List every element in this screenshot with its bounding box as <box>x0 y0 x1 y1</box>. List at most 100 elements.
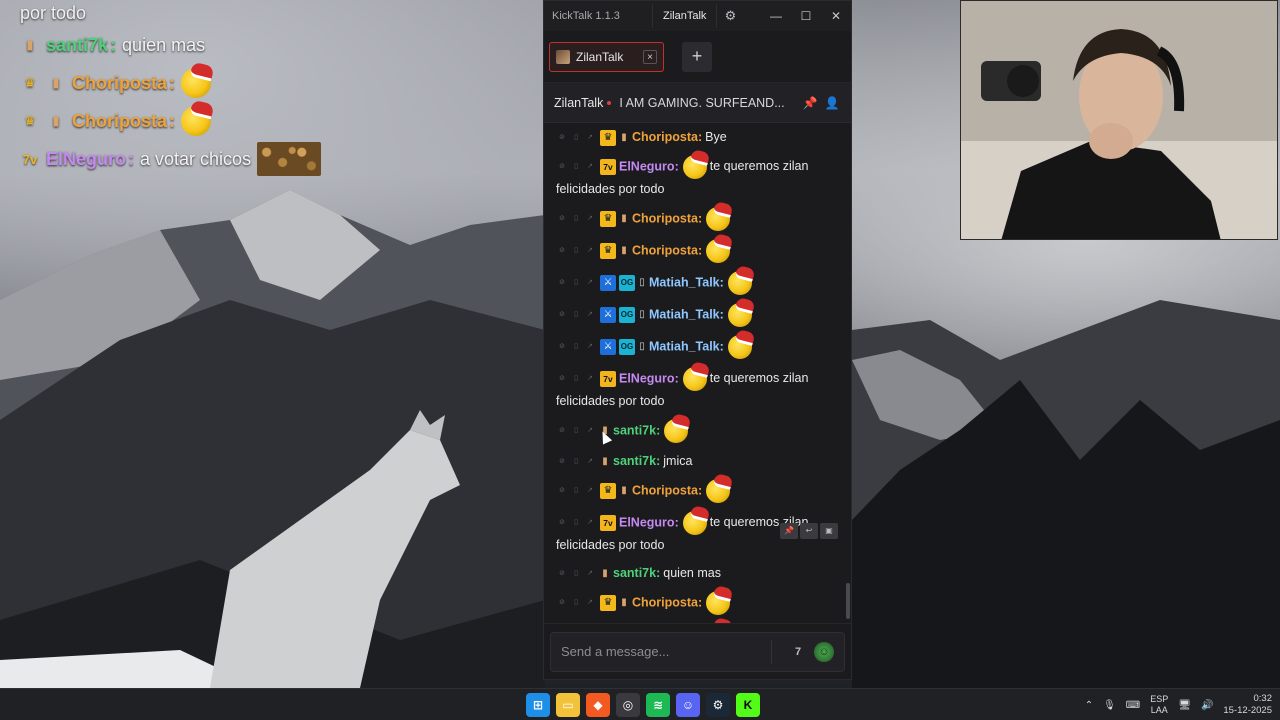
kick-emote-icon[interactable]: ☺ <box>814 641 834 662</box>
maximize-icon[interactable]: ☐ <box>791 9 821 23</box>
santa-smiley-emote[interactable] <box>727 271 752 295</box>
chat-username[interactable]: Matiah_Talk <box>649 307 720 321</box>
delete-icon[interactable]: ▯ <box>570 244 582 258</box>
chat-messages[interactable]: ⊘ ▯ ↗ ♛ ▮ Choriposta: Bye ⊘ ▯ ↗ 7v ElNeguro: te quer… <box>544 123 851 623</box>
delete-icon[interactable]: ▯ <box>570 308 582 322</box>
kick-icon[interactable]: K <box>736 693 760 717</box>
santa-smiley-emote[interactable] <box>664 419 689 443</box>
obs-studio-icon[interactable]: ◎ <box>616 693 640 717</box>
ban-icon[interactable]: ↗ <box>584 244 596 258</box>
santa-smiley-emote[interactable] <box>682 155 707 179</box>
delete-icon[interactable]: ▯ <box>570 455 582 469</box>
copy-icon[interactable]: ▣ <box>820 523 838 539</box>
user-icon[interactable]: 👤 <box>823 96 841 110</box>
ban-icon[interactable]: ↗ <box>584 567 596 581</box>
chat-message[interactable]: ⊘▯↗♛▮Choriposta: <box>544 203 851 235</box>
ban-icon[interactable]: ↗ <box>584 455 596 469</box>
timeout-icon[interactable]: ⊘ <box>556 131 568 145</box>
ban-icon[interactable]: ↗ <box>584 160 596 174</box>
timeout-icon[interactable]: ⊘ <box>556 244 568 258</box>
ban-icon[interactable]: ↗ <box>584 596 596 610</box>
channel-name[interactable]: ZilanTalk <box>554 96 603 110</box>
ban-icon[interactable]: ↗ <box>584 516 596 530</box>
chat-username[interactable]: Matiah_Talk <box>649 339 720 353</box>
santa-smiley-emote[interactable] <box>682 367 707 391</box>
chat-message[interactable]: ⊘ ▯ ↗ ♛ ▮ Choriposta: Bye <box>544 123 851 151</box>
santa-smiley-emote[interactable] <box>706 479 731 503</box>
ban-icon[interactable]: ↗ <box>584 131 596 145</box>
chat-message[interactable]: ⊘ ▯ ↗ ⚔ OG ▯ Matiah_Talk: <box>544 331 851 363</box>
chat-username[interactable]: ElNeguro <box>619 159 675 173</box>
ban-icon[interactable]: ↗ <box>584 340 596 354</box>
timeout-icon[interactable]: ⊘ <box>556 455 568 469</box>
delete-icon[interactable]: ▯ <box>570 516 582 530</box>
windows-start-icon[interactable]: ⊞ <box>526 693 550 717</box>
timeout-icon[interactable]: ⊘ <box>556 276 568 290</box>
discord-icon[interactable]: ☺ <box>676 693 700 717</box>
chat-username[interactable]: santi7k <box>613 423 656 437</box>
tab-zilantalk[interactable]: ZilanTalk × <box>549 41 664 72</box>
santa-smiley-emote[interactable] <box>706 239 731 263</box>
timeout-icon[interactable]: ⊘ <box>556 160 568 174</box>
language-indicator[interactable]: ESP LAA <box>1150 694 1168 716</box>
spotify-icon[interactable]: ≋ <box>646 693 670 717</box>
santa-smiley-emote[interactable] <box>682 511 707 535</box>
chat-scrollbar[interactable] <box>846 583 850 619</box>
tab-close-icon[interactable]: × <box>643 49 657 64</box>
chat-username[interactable]: santi7k <box>613 454 656 468</box>
ban-icon[interactable]: ↗ <box>584 308 596 322</box>
keyboard-icon[interactable]: ⌨ <box>1126 700 1140 711</box>
brave-browser-icon[interactable]: ◆ <box>586 693 610 717</box>
volume-icon[interactable]: 🔊 <box>1201 700 1213 711</box>
chat-username[interactable]: Matiah_Talk <box>649 275 720 289</box>
file-explorer-icon[interactable]: ▭ <box>556 693 580 717</box>
ban-icon[interactable]: ↗ <box>584 424 596 438</box>
chat-username[interactable]: Choriposta <box>632 595 698 609</box>
ban-icon[interactable]: ↗ <box>584 276 596 290</box>
delete-icon[interactable]: ▯ <box>570 131 582 145</box>
santa-smiley-emote[interactable] <box>727 335 752 359</box>
chat-message[interactable]: ⊘▯↗♛▮Choriposta: <box>544 475 851 507</box>
settings-gear-icon[interactable]: ⚙ <box>717 8 743 24</box>
steam-icon[interactable]: ⚙ <box>706 693 730 717</box>
message-input[interactable] <box>561 644 761 659</box>
chat-message[interactable]: ⊘ ▯ ↗ ▮ santi7k: jmica <box>544 447 851 475</box>
title-bar[interactable]: KickTalk 1.1.3 ZilanTalk ⚙ — ☐ ✕ <box>544 1 851 31</box>
delete-icon[interactable]: ▯ <box>570 276 582 290</box>
delete-icon[interactable]: ▯ <box>570 424 582 438</box>
account-button[interactable]: ZilanTalk <box>652 4 718 28</box>
add-tab-button[interactable]: + <box>682 41 712 72</box>
network-icon[interactable]: 🖥 <box>1178 700 1191 711</box>
chat-username[interactable]: santi7k <box>613 566 656 580</box>
tray-overflow-icon[interactable]: ⌃ <box>1085 700 1093 711</box>
chat-username[interactable]: ElNeguro <box>619 371 675 385</box>
pin-icon[interactable]: 📌 <box>801 96 819 110</box>
delete-icon[interactable]: ▯ <box>570 340 582 354</box>
timeout-icon[interactable]: ⊘ <box>556 340 568 354</box>
santa-smiley-emote[interactable] <box>706 591 731 615</box>
timeout-icon[interactable]: ⊘ <box>556 372 568 386</box>
ban-icon[interactable]: ↗ <box>584 372 596 386</box>
close-icon[interactable]: ✕ <box>821 9 851 23</box>
chat-message[interactable]: ⊘ ▯ ↗ ⚔ OG ▯ Matiah_Talk: <box>544 299 851 331</box>
timeout-icon[interactable]: ⊘ <box>556 424 568 438</box>
delete-icon[interactable]: ▯ <box>570 567 582 581</box>
ban-icon[interactable]: ↗ <box>584 212 596 226</box>
timeout-icon[interactable]: ⊘ <box>556 567 568 581</box>
delete-icon[interactable]: ▯ <box>570 212 582 226</box>
delete-icon[interactable]: ▯ <box>570 484 582 498</box>
chat-message[interactable]: ⊘ ▯ ↗ 7v ElNeguro: te queremos zilan felicida… <box>544 151 851 203</box>
chat-message[interactable]: ⊘ ▯ ↗ ⚔ OG ▯ Matiah_Talk: <box>544 267 851 299</box>
clock[interactable]: 0:32 15-12-2025 <box>1223 693 1272 717</box>
delete-icon[interactable]: ▯ <box>570 160 582 174</box>
chat-message[interactable]: ⊘ ▯ ↗ ▮ santi7k: quien mas <box>544 559 851 587</box>
minimize-icon[interactable]: — <box>761 9 791 23</box>
reply-icon[interactable]: ↩ <box>800 523 818 539</box>
chat-message[interactable]: ⊘ ▯ ↗ 7v ElNeguro: te queremos zilan felicida… <box>544 363 851 415</box>
chat-message[interactable]: ⊘▯↗♛▮Choriposta: <box>544 619 851 623</box>
chat-username[interactable]: Choriposta <box>632 243 698 257</box>
chat-username[interactable]: Choriposta <box>632 483 698 497</box>
ban-icon[interactable]: ↗ <box>584 484 596 498</box>
timeout-icon[interactable]: ⊘ <box>556 596 568 610</box>
timeout-icon[interactable]: ⊘ <box>556 484 568 498</box>
